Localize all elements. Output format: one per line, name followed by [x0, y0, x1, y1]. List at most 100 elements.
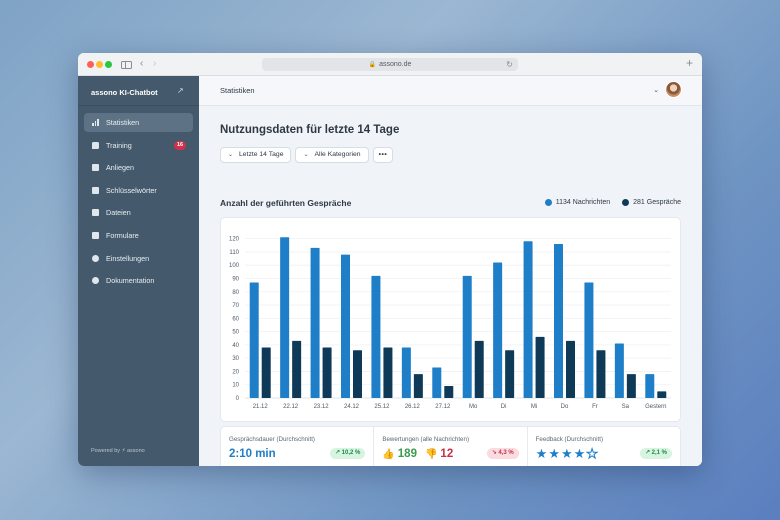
bar-conversations — [596, 350, 606, 398]
chevron-down-icon: ⌄ — [303, 152, 309, 158]
sidebar-item-label: Formulare — [106, 230, 139, 240]
sidebar-divider — [78, 105, 199, 106]
y-tick-label: 0 — [236, 396, 240, 402]
avatar[interactable] — [665, 81, 682, 98]
stat-duration: Gesprächsdauer (Durchschnitt) 2:10 min ↗… — [221, 427, 375, 466]
legend-item-messages[interactable]: 1134 Nachrichten — [544, 199, 611, 206]
close-window-button[interactable] — [87, 61, 94, 68]
stat-feedback-trend-value: 2,1 % — [651, 450, 667, 456]
star-filled-icon: ★ — [560, 446, 574, 461]
chevron-down-icon: ⌄ — [228, 152, 234, 158]
bar-conversations — [292, 340, 302, 398]
bar-messages — [310, 247, 320, 398]
sidebar-item-dateien[interactable]: Dateien — [84, 203, 193, 222]
trend-up-icon: ↗ — [644, 450, 652, 456]
bar-chart-icon — [92, 119, 99, 126]
y-tick-label: 40 — [232, 343, 239, 349]
legend-label-conversations: 281 Gespräche — [633, 199, 681, 206]
bar-messages — [401, 347, 411, 398]
period-filter-label: Letzte 14 Tage — [239, 151, 284, 158]
x-tick-label: Di — [501, 404, 507, 410]
x-tick-label: 22.12 — [283, 404, 299, 410]
thumbs-down-icon: 👎 — [424, 449, 438, 460]
bar-conversations — [657, 391, 667, 398]
x-tick-label: 26.12 — [405, 404, 421, 410]
sidebar-item-label: Schlüsselwörter — [106, 185, 157, 195]
maximize-window-button[interactable] — [105, 61, 112, 68]
sidebar-item-label: Statistiken — [106, 118, 140, 127]
stat-feedback-trend: ↗ 2,1 % — [639, 448, 672, 459]
sidebar-item-anliegen[interactable]: Anliegen — [84, 158, 193, 177]
legend-item-conversations[interactable]: 281 Gespräche — [622, 199, 681, 206]
sidebar-item-schluesselwoerter[interactable]: Schlüsselwörter — [84, 181, 193, 200]
sidebar-item-label: Training — [106, 140, 132, 150]
brand-title: assono KI-Chatbot — [91, 88, 158, 97]
bar-chart: 0 10 20 30 40 50 60 70 80 90 100 110 120 21.12 22.12 23… — [229, 237, 671, 410]
sidebar-item-label: Anliegen — [106, 163, 134, 173]
bar-conversations — [505, 350, 515, 398]
y-tick-label: 10 — [232, 383, 239, 389]
reload-icon[interactable]: ↻ — [506, 58, 513, 71]
bar-messages — [432, 367, 442, 398]
sidebar-item-dokumentation[interactable]: Dokumentation — [84, 271, 193, 290]
trend-up-icon: ↗ — [334, 450, 342, 456]
back-arrow-icon[interactable]: ‹ — [140, 57, 143, 71]
bar-conversations — [353, 350, 362, 398]
sidebar-item-statistiken[interactable]: Statistiken — [84, 113, 193, 132]
category-filter[interactable]: ⌄ Alle Kategorien — [295, 147, 369, 163]
browser-titlebar: ‹ › 🔒 assono.de ↻ + — [78, 53, 702, 76]
bar-conversations — [322, 347, 332, 398]
bar-messages — [280, 237, 290, 398]
x-tick-label: 27.12 — [435, 404, 451, 410]
forward-arrow-icon[interactable]: › — [153, 57, 156, 71]
stat-ratings: Bewertungen (alle Nachrichten) 👍 189 👎 12 … — [374, 427, 528, 466]
sidebar-toggle-icon[interactable] — [121, 61, 132, 69]
database-icon — [92, 164, 99, 172]
bar-conversations — [535, 336, 545, 398]
minimize-window-button[interactable] — [96, 61, 103, 68]
y-tick-label: 50 — [232, 330, 239, 336]
form-icon — [92, 231, 99, 239]
page-title: Nutzungsdaten für letzte 14 Tage — [220, 124, 400, 136]
address-bar[interactable]: 🔒 assono.de ↻ — [262, 58, 518, 71]
more-options-button[interactable]: ••• — [372, 147, 394, 163]
stat-ratings-trend: ↘ 4,3 % — [486, 448, 519, 459]
browser-window: ‹ › 🔒 assono.de ↻ + assono KI-Chatbot ↗ S… — [78, 53, 702, 466]
x-tick-label: Sa — [622, 404, 630, 410]
bar-conversations — [566, 340, 575, 398]
stat-ratings-trend-value: 4,3 % — [498, 450, 514, 456]
chevron-down-icon[interactable]: ⌄ — [653, 86, 659, 94]
sidebar-item-einstellungen[interactable]: Einstellungen — [84, 249, 193, 268]
new-tab-button[interactable]: + — [686, 56, 693, 70]
sidebar-item-label: Dateien — [106, 208, 131, 218]
chart-legend: 1134 Nachrichten 281 Gespräche — [544, 199, 681, 206]
y-tick-label: 120 — [229, 237, 240, 243]
thumbs-up-icon: 👍 — [382, 449, 395, 460]
thumbs-down-count: 👎 12 — [425, 448, 453, 460]
bar-conversations — [444, 386, 454, 398]
sidebar-item-label: Einstellungen — [106, 253, 150, 263]
period-filter[interactable]: ⌄ Letzte 14 Tage — [220, 147, 292, 163]
external-link-icon[interactable]: ↗ — [177, 86, 184, 95]
x-tick-label: 24.12 — [344, 404, 360, 410]
y-tick-label: 70 — [232, 303, 239, 309]
stat-duration-value: 2:10 min — [229, 448, 276, 460]
bar-messages — [249, 282, 259, 398]
thumbs-up-count: 👍 189 — [382, 448, 417, 460]
powered-by: Powered by ⚡ assono — [91, 448, 145, 454]
y-tick-label: 80 — [232, 290, 239, 296]
main-header: Statistiken ⌄ — [199, 76, 702, 106]
sidebar-item-training[interactable]: Training 16 — [84, 136, 193, 155]
legend-label-messages: 1134 Nachrichten — [555, 199, 611, 206]
training-count-badge: 16 — [174, 140, 186, 150]
question-icon — [92, 277, 99, 285]
x-tick-label: 23.12 — [314, 404, 330, 410]
x-tick-label: Gestern — [645, 404, 666, 410]
bar-conversations — [474, 340, 484, 398]
star-filled-icon: ★ — [573, 446, 587, 461]
legend-dot-conversations — [622, 199, 630, 206]
bar-messages — [523, 241, 533, 398]
y-tick-label: 110 — [229, 250, 239, 256]
sidebar-item-formulare[interactable]: Formulare — [84, 226, 193, 245]
star-filled-icon: ★ — [548, 446, 561, 461]
